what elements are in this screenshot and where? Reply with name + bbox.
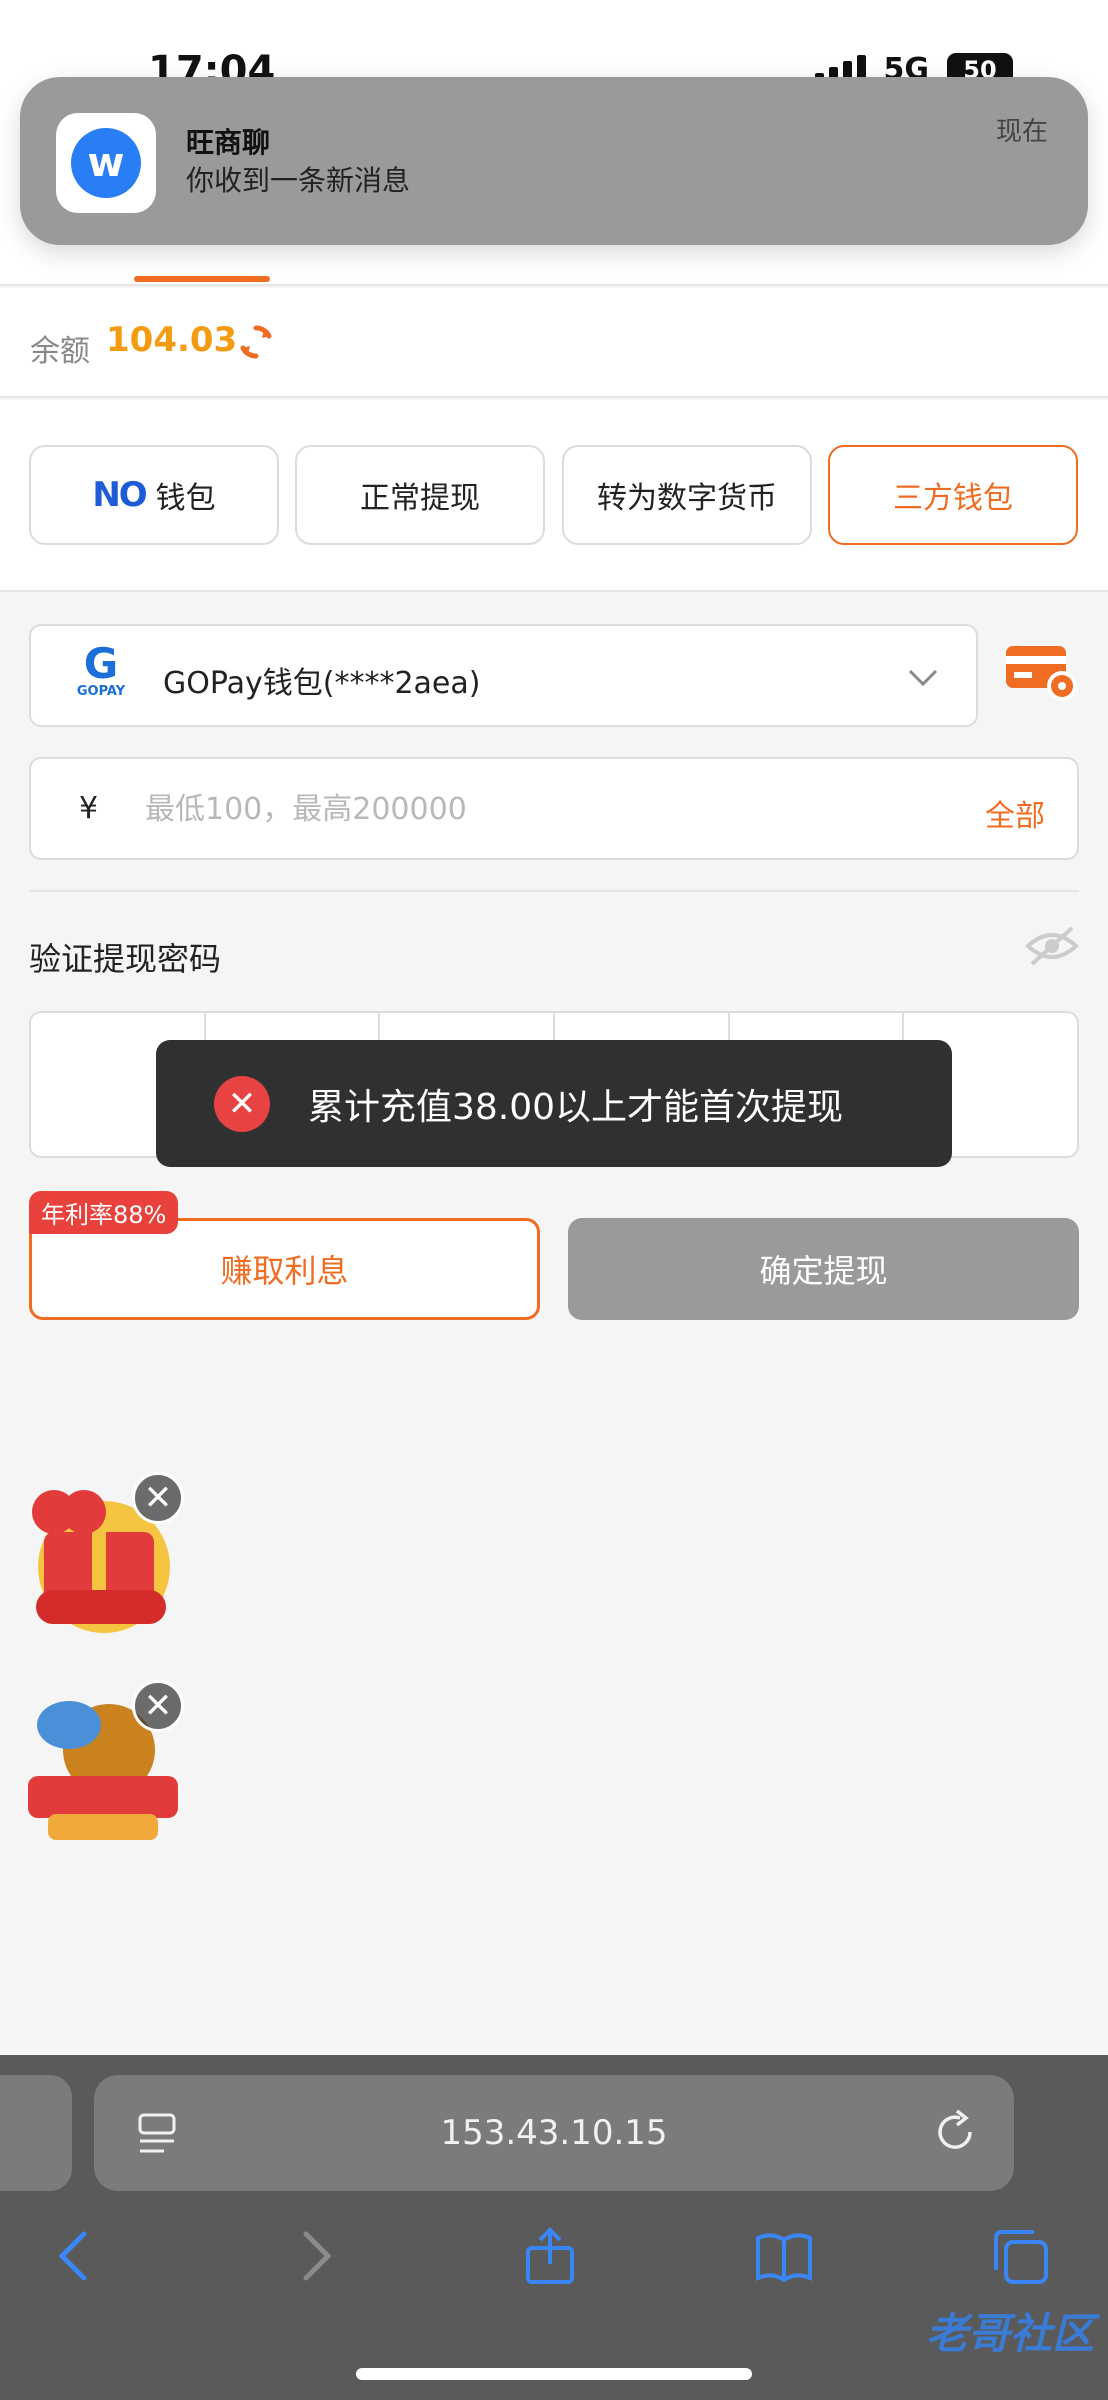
method-normal-withdraw-button[interactable]: 正常提现 (295, 445, 545, 545)
method-third-party-wallet-button[interactable]: 三方钱包 (828, 445, 1078, 545)
promo-banner-special[interactable]: ✕ (14, 1472, 184, 1642)
notification-message: 你收到一条新消息 (186, 164, 411, 197)
close-icon[interactable]: ✕ (132, 1680, 184, 1732)
balance-value: 104.03 (106, 320, 238, 360)
error-toast: ✕ 累计充值38.00以上才能首次提现 (156, 1040, 952, 1167)
no-wallet-logo-icon: NO (92, 475, 147, 515)
error-icon: ✕ (214, 1075, 270, 1132)
chat-app-icon: w (56, 113, 156, 213)
method-label: 三方钱包 (893, 481, 1013, 516)
forward-icon[interactable] (284, 2226, 344, 2286)
toast-message: 累计充值38.00以上才能首次提现 (308, 1086, 844, 1128)
address-bar[interactable]: 153.43.10.15 (94, 2075, 1014, 2191)
chevron-down-icon (908, 669, 938, 687)
method-label: 转为数字货币 (597, 481, 777, 516)
watermark-logo: 老哥社区 (925, 2309, 1094, 2358)
balance-row: 余额 104.03 (0, 288, 1108, 398)
interest-rate-badge: 年利率88% (29, 1191, 179, 1234)
withdraw-methods: NO 钱包 正常提现 转为数字货币 三方钱包 (0, 400, 1108, 592)
balance-label: 余额 (30, 334, 90, 369)
promo-banner-deposit[interactable]: ✕ (14, 1680, 184, 1850)
notification-app-name: 旺商聊 (186, 126, 271, 159)
wallet-label: GOPay钱包(****2aea) (163, 666, 481, 701)
active-tab-indicator (134, 276, 270, 282)
amount-input[interactable] (145, 781, 945, 837)
card-settings-icon[interactable] (1004, 640, 1080, 706)
confirm-withdraw-button[interactable]: 确定提现 (568, 1218, 1079, 1320)
tabs-icon[interactable] (990, 2226, 1050, 2286)
share-icon[interactable] (520, 2226, 580, 2286)
method-label: 钱包 (155, 481, 216, 516)
method-label: 正常提现 (360, 481, 480, 516)
reload-icon[interactable] (930, 2107, 980, 2157)
divider (29, 890, 1079, 892)
refresh-icon[interactable] (236, 322, 276, 362)
url-text: 153.43.10.15 (440, 2113, 668, 2153)
back-icon[interactable] (46, 2226, 106, 2286)
previous-tab[interactable] (0, 2075, 72, 2191)
password-label: 验证提现密码 (29, 940, 222, 978)
withdraw-all-link[interactable]: 全部 (985, 791, 1045, 835)
push-notification[interactable]: w 旺商聊 你收到一条新消息 现在 (20, 77, 1088, 245)
eye-off-icon[interactable] (1024, 922, 1080, 970)
notification-time: 现在 (995, 117, 1048, 147)
amount-field: ¥ 全部 (29, 757, 1079, 860)
close-icon[interactable]: ✕ (132, 1472, 184, 1524)
currency-symbol: ¥ (79, 791, 99, 826)
gopay-logo-icon: G GOPAY (76, 639, 126, 700)
wallet-select[interactable]: G GOPAY GOPay钱包(****2aea) (29, 624, 978, 727)
home-indicator (356, 2368, 752, 2380)
method-crypto-button[interactable]: 转为数字货币 (562, 445, 812, 545)
bookmarks-icon[interactable] (754, 2226, 814, 2286)
method-no-wallet-button[interactable]: NO 钱包 (29, 445, 279, 545)
